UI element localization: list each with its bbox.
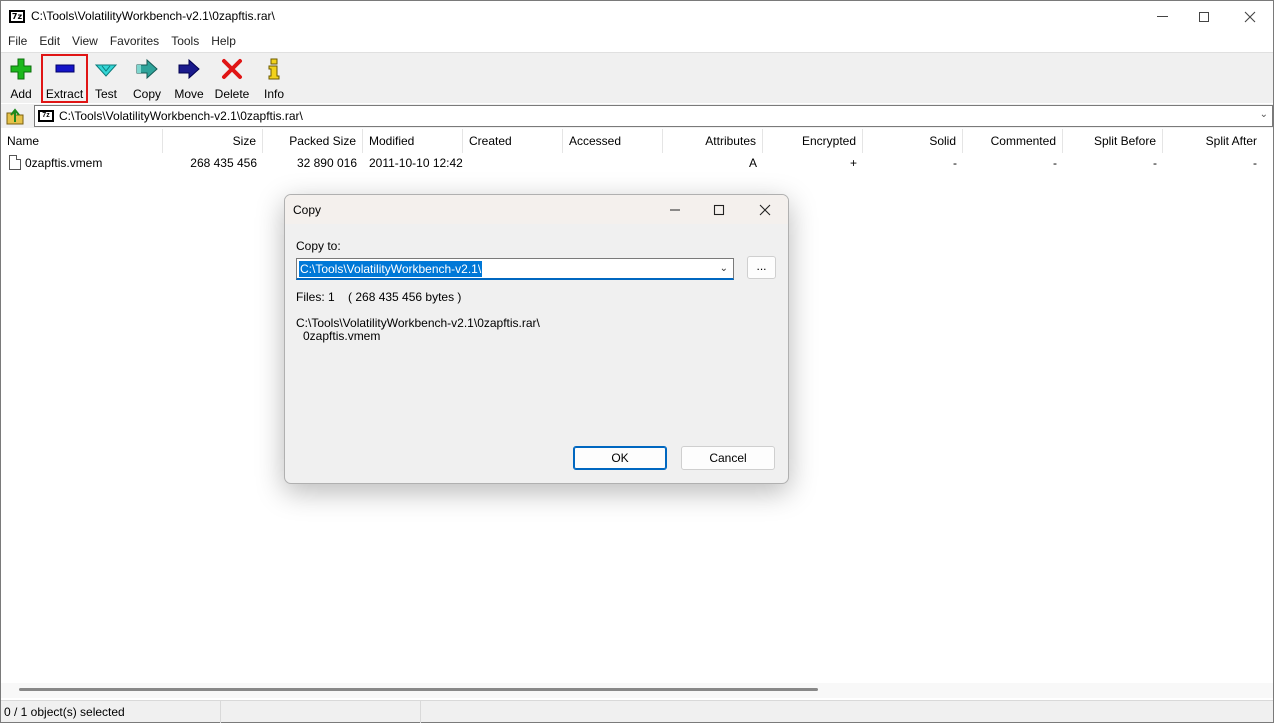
copy-icon <box>135 57 159 81</box>
column-split-after[interactable]: Split After <box>1163 129 1263 153</box>
dialog-title: Copy <box>293 203 322 217</box>
test-button[interactable]: Test <box>91 55 121 102</box>
chevron-down-icon[interactable]: ⌄ <box>720 263 728 274</box>
cancel-button[interactable]: Cancel <box>681 446 775 470</box>
test-label: Test <box>94 87 117 101</box>
cell-encrypted: + <box>849 156 857 170</box>
column-attributes[interactable]: Attributes <box>663 129 763 153</box>
scrollbar-thumb[interactable] <box>19 688 818 691</box>
column-packed-size[interactable]: Packed Size <box>263 129 363 153</box>
menu-tools[interactable]: Tools <box>165 32 205 52</box>
maximize-button[interactable] <box>1181 1 1227 32</box>
copy-button[interactable]: Copy <box>130 55 164 102</box>
dialog-maximize-button[interactable] <box>699 199 739 221</box>
close-icon <box>759 204 771 216</box>
copy-label: Copy <box>132 87 161 101</box>
dialog-minimize-button[interactable] <box>655 199 695 221</box>
minimize-icon <box>670 209 680 211</box>
copy-to-label: Copy to: <box>296 239 341 253</box>
move-icon <box>177 57 201 81</box>
ok-button[interactable]: OK <box>573 446 667 470</box>
copy-to-value: C:\Tools\VolatilityWorkbench-v2.1\ <box>297 260 484 278</box>
address-bar: 7z C:\Tools\VolatilityWorkbench-v2.1\0za… <box>1 104 1273 128</box>
status-selection: 0 / 1 object(s) selected <box>1 701 221 723</box>
extract-icon <box>53 57 77 81</box>
column-encrypted[interactable]: Encrypted <box>763 129 863 153</box>
column-size[interactable]: Size <box>163 129 263 153</box>
status-bar: 0 / 1 object(s) selected <box>1 700 1273 723</box>
cell-attributes: A <box>748 156 757 170</box>
cell-split-before: - <box>1153 156 1157 170</box>
column-split-before[interactable]: Split Before <box>1063 129 1163 153</box>
chevron-down-icon[interactable]: ⌄ <box>1260 109 1268 120</box>
source-path: C:\Tools\VolatilityWorkbench-v2.1\0zapft… <box>296 316 540 330</box>
menu-file[interactable]: File <box>1 32 33 52</box>
menu-view[interactable]: View <box>66 32 104 52</box>
minimize-button[interactable] <box>1139 1 1185 32</box>
delete-icon <box>220 57 244 81</box>
info-label: Info <box>263 87 284 101</box>
copy-to-input[interactable]: C:\Tools\VolatilityWorkbench-v2.1\ ⌄ <box>296 258 734 280</box>
source-file: 0zapftis.vmem <box>303 329 381 343</box>
add-icon <box>9 57 33 81</box>
window-title: C:\Tools\VolatilityWorkbench-v2.1\0zapft… <box>31 9 275 23</box>
status-segment-2 <box>221 701 421 723</box>
extract-label: Extract <box>45 87 84 101</box>
archive-icon: 7z <box>38 110 54 122</box>
menu-favorites[interactable]: Favorites <box>104 32 165 52</box>
column-solid[interactable]: Solid <box>863 129 963 153</box>
address-input[interactable]: 7z C:\Tools\VolatilityWorkbench-v2.1\0za… <box>34 105 1273 127</box>
extract-button[interactable]: Extract <box>41 54 88 103</box>
cell-solid: - <box>953 156 957 170</box>
info-button[interactable]: Info <box>260 55 288 102</box>
main-window: 7z C:\Tools\VolatilityWorkbench-v2.1\0za… <box>0 0 1274 723</box>
cell-modified: 2011-10-10 12:42 <box>369 156 463 170</box>
app-logo-icon: 7z <box>9 10 25 23</box>
delete-button[interactable]: Delete <box>212 55 252 102</box>
column-created[interactable]: Created <box>463 129 563 153</box>
close-icon <box>1244 11 1256 22</box>
maximize-icon <box>1199 11 1209 22</box>
info-icon <box>262 57 286 81</box>
cell-name: 0zapftis.vmem <box>25 156 103 170</box>
add-button[interactable]: Add <box>6 55 36 102</box>
horizontal-scrollbar[interactable] <box>1 683 1273 698</box>
cell-split-after: - <box>1253 156 1257 170</box>
title-bar: 7z C:\Tools\VolatilityWorkbench-v2.1\0za… <box>1 1 1273 32</box>
cell-size: 268 435 456 <box>190 156 257 170</box>
column-accessed[interactable]: Accessed <box>563 129 663 153</box>
column-name[interactable]: Name <box>1 129 163 153</box>
cell-packed-size: 32 890 016 <box>296 156 357 170</box>
dialog-close-button[interactable] <box>745 199 785 221</box>
cell-created <box>463 153 563 173</box>
folder-up-icon[interactable] <box>5 107 25 125</box>
move-button[interactable]: Move <box>171 55 207 102</box>
dialog-title-bar: Copy <box>285 195 788 224</box>
files-info: Files: 1 ( 268 435 456 bytes ) <box>296 290 462 304</box>
source-info: C:\Tools\VolatilityWorkbench-v2.1\0zapft… <box>296 317 540 343</box>
column-commented[interactable]: Commented <box>963 129 1063 153</box>
cell-commented: - <box>1053 156 1057 170</box>
toolbar: Add Extract Test Copy Move Delete Info <box>1 52 1273 103</box>
menu-bar: File Edit View Favorites Tools Help <box>1 32 1273 52</box>
test-icon <box>94 57 118 81</box>
cell-accessed <box>563 153 663 173</box>
close-button[interactable] <box>1227 1 1273 32</box>
column-modified[interactable]: Modified <box>363 129 463 153</box>
status-segment-3 <box>421 701 621 723</box>
menu-help[interactable]: Help <box>205 32 242 52</box>
delete-label: Delete <box>214 87 250 101</box>
list-header: Name Size Packed Size Modified Created A… <box>1 129 1273 153</box>
move-label: Move <box>174 87 204 101</box>
add-label: Add <box>10 87 32 101</box>
table-row[interactable]: 0zapftis.vmem 268 435 456 32 890 016 201… <box>1 153 1273 173</box>
copy-dialog: Copy Copy to: C:\Tools\VolatilityWorkben… <box>284 194 789 484</box>
browse-button[interactable]: ... <box>747 256 776 279</box>
address-path: C:\Tools\VolatilityWorkbench-v2.1\0zapft… <box>59 109 303 123</box>
menu-edit[interactable]: Edit <box>33 32 66 52</box>
minimize-icon <box>1156 16 1168 17</box>
maximize-icon <box>713 204 725 216</box>
